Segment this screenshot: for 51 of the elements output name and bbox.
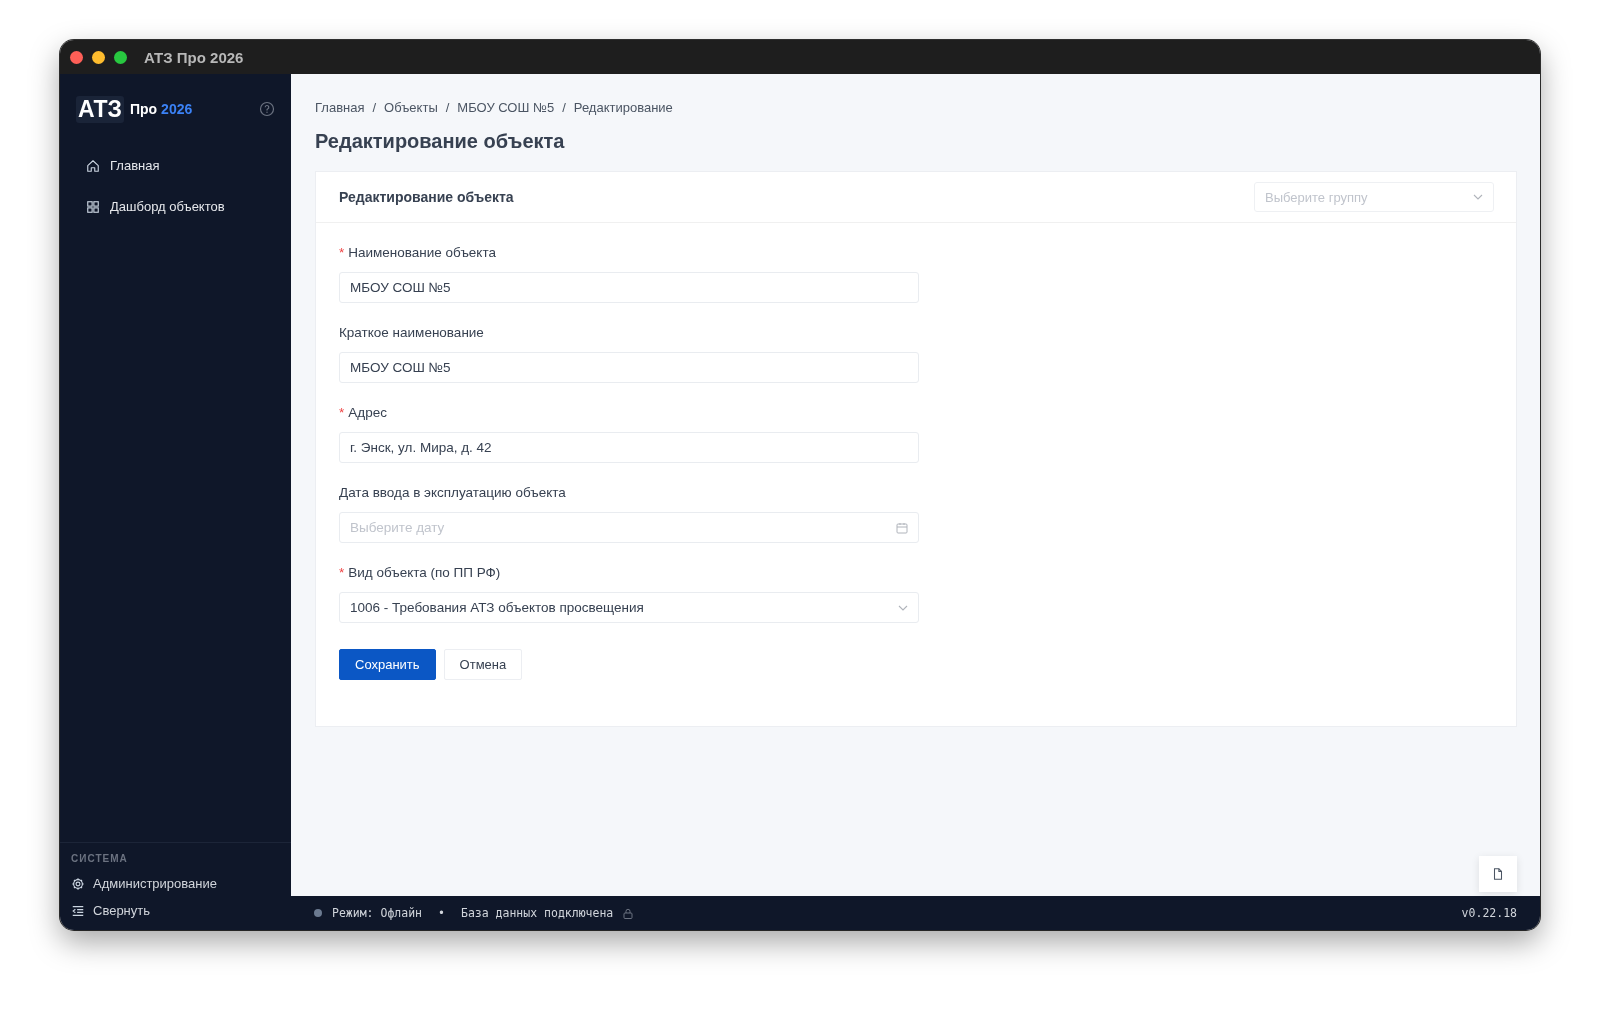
document-button[interactable] [1479, 856, 1517, 892]
field-label: Дата ввода в эксплуатацию объекта [339, 485, 566, 500]
required-mark: * [339, 245, 345, 260]
cancel-button[interactable]: Отмена [443, 649, 523, 680]
text-field[interactable]: МБОУ СОШ №5 [339, 272, 919, 303]
home-icon [86, 158, 100, 173]
breadcrumb-separator: / [372, 100, 377, 115]
chevron-down-icon [1473, 194, 1483, 200]
page-title: Редактирование объекта [315, 130, 566, 153]
breadcrumb-separator: / [445, 100, 450, 115]
window-control[interactable] [92, 50, 105, 64]
breadcrumb-link[interactable]: Редактирование [573, 100, 673, 115]
breadcrumb-link[interactable]: Главная [315, 100, 365, 115]
select-field[interactable]: 1006 - Требования АТЗ объектов просвещения [339, 592, 919, 623]
logo-mark: АТЗ [76, 95, 124, 123]
field-label: Вид объекта (по ПП РФ) [348, 565, 501, 580]
breadcrumb-link[interactable]: МБОУ СОШ №5 [457, 100, 555, 115]
version-label: v0.22.18 [1461, 906, 1517, 920]
field-label: Адрес [348, 405, 387, 420]
section-heading: СИСТЕМА [70, 852, 129, 866]
product-name: Про [129, 101, 158, 117]
card-title: Редактирование объекта [339, 189, 514, 205]
field-label: Наименование объекта [348, 245, 496, 260]
chevron-down-icon [898, 604, 908, 611]
settings-icon [71, 876, 85, 891]
mode-status: Режим: Офлайн [332, 906, 422, 920]
collapse-icon [71, 903, 85, 918]
window-title: АТЗ Про 2026 [144, 48, 244, 66]
help-icon[interactable] [259, 101, 275, 117]
breadcrumb-separator: / [562, 100, 566, 115]
required-mark: * [339, 565, 345, 580]
lock-icon [623, 907, 634, 919]
database-status: База данных подключена [460, 906, 614, 920]
nav-item[interactable]: Главная [60, 152, 291, 179]
calendar-icon [896, 521, 908, 534]
window-control[interactable] [70, 50, 83, 64]
nav-item[interactable]: Администрирование [60, 870, 291, 897]
separator-dot: • [438, 906, 445, 920]
save-button[interactable]: Сохранить [339, 649, 436, 680]
text-field[interactable]: г. Энск, ул. Мира, д. 42 [339, 432, 919, 463]
text-field[interactable]: МБОУ СОШ №5 [339, 352, 919, 383]
product-year: 2026 [161, 101, 193, 117]
field-label: Краткое наименование [339, 325, 484, 340]
document-icon [1491, 867, 1505, 881]
nav-item[interactable]: Дашборд объектов [60, 193, 291, 220]
grid-icon [86, 199, 100, 214]
status-dot [314, 909, 322, 917]
window-control[interactable] [114, 50, 127, 64]
breadcrumb-link[interactable]: Объекты [384, 100, 438, 115]
required-mark: * [339, 405, 345, 420]
nav-item[interactable]: Свернуть [60, 897, 291, 924]
